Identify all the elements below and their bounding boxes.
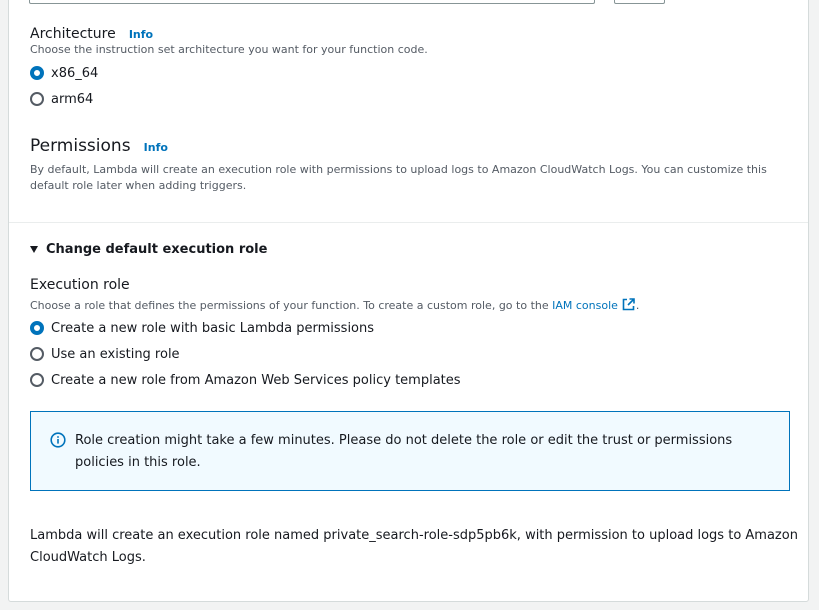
architecture-option-x86[interactable]: x86_64 [30, 63, 98, 83]
role-summary-text: Lambda will create an execution role nam… [30, 528, 798, 565]
radio-label: Create a new role from Amazon Web Servic… [51, 372, 461, 388]
execution-role-description: Choose a role that defines the permissio… [30, 297, 639, 317]
radio-use-existing-role[interactable] [30, 347, 44, 361]
architecture-info-link[interactable]: Info [129, 28, 153, 41]
radio-label: x86_64 [51, 65, 99, 81]
architecture-header: Architecture Info [30, 23, 153, 42]
radio-arm64[interactable] [30, 92, 44, 106]
radio-label: arm64 [51, 91, 94, 107]
permissions-info-link[interactable]: Info [144, 141, 168, 154]
permissions-description: By default, Lambda will create an execut… [30, 163, 767, 192]
architecture-description: Choose the instruction set architecture … [30, 43, 428, 56]
caret-down-icon [30, 246, 38, 253]
radio-create-basic-role[interactable] [30, 321, 44, 335]
execution-role-description-text: Choose a role that defines the permissio… [30, 299, 553, 312]
radio-policy-templates[interactable] [30, 373, 44, 387]
function-name-input-edge[interactable] [29, 0, 595, 4]
permissions-header: Permissions Info [30, 136, 168, 156]
iam-console-link[interactable]: IAM console [552, 299, 618, 312]
section-divider [9, 222, 808, 223]
role-option-policy-templates[interactable]: Create a new role from Amazon Web Servic… [30, 370, 461, 390]
runtime-refresh-button-edge[interactable] [614, 0, 665, 4]
execution-role-description-suffix: . [635, 299, 640, 312]
role-option-create-basic[interactable]: Create a new role with basic Lambda perm… [30, 318, 374, 338]
change-default-role-label: Change default execution role [46, 242, 268, 257]
architecture-option-arm64[interactable]: arm64 [30, 89, 93, 109]
info-alert: Role creation might take a few minutes. … [30, 411, 790, 491]
alert-message: Role creation might take a few minutes. … [75, 433, 733, 470]
execution-role-label: Execution role [30, 277, 130, 293]
permissions-heading: Permissions [30, 136, 131, 156]
function-settings-panel: Architecture Info Choose the instruction… [8, 0, 809, 602]
architecture-label: Architecture [30, 26, 116, 42]
radio-label: Create a new role with basic Lambda perm… [51, 320, 375, 336]
role-option-use-existing[interactable]: Use an existing role [30, 344, 180, 364]
info-circle-icon [50, 432, 66, 452]
external-link-icon[interactable] [621, 297, 636, 317]
change-default-role-toggle[interactable]: Change default execution role [30, 242, 267, 257]
radio-x86-64[interactable] [30, 66, 44, 80]
radio-label: Use an existing role [51, 346, 180, 362]
